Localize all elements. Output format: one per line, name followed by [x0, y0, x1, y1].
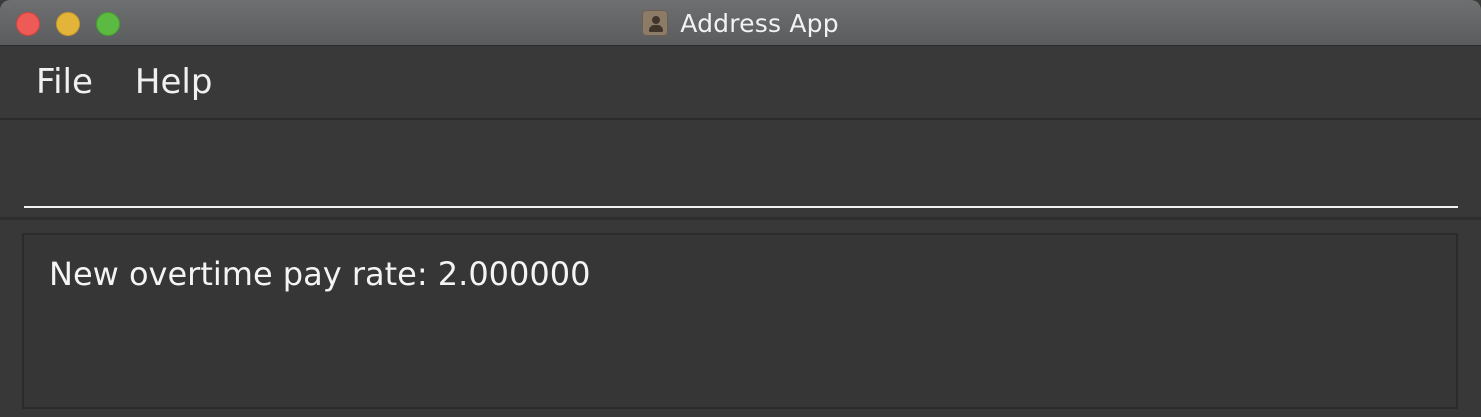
menu-file[interactable]: File	[36, 62, 114, 102]
result-display: New overtime pay rate: 2.000000	[22, 233, 1458, 409]
result-message: New overtime pay rate: 2.000000	[49, 255, 591, 293]
title-group: Address App	[0, 0, 1481, 46]
command-input[interactable]	[24, 150, 1458, 208]
title-bar[interactable]: Address App	[0, 0, 1481, 46]
menu-help[interactable]: Help	[135, 62, 234, 102]
command-box-area	[0, 120, 1481, 220]
app-window: Address App File Help New overtime pay r…	[0, 0, 1481, 417]
window-title: Address App	[680, 8, 839, 38]
address-book-icon	[642, 10, 669, 36]
menu-bar: File Help	[0, 46, 1481, 120]
